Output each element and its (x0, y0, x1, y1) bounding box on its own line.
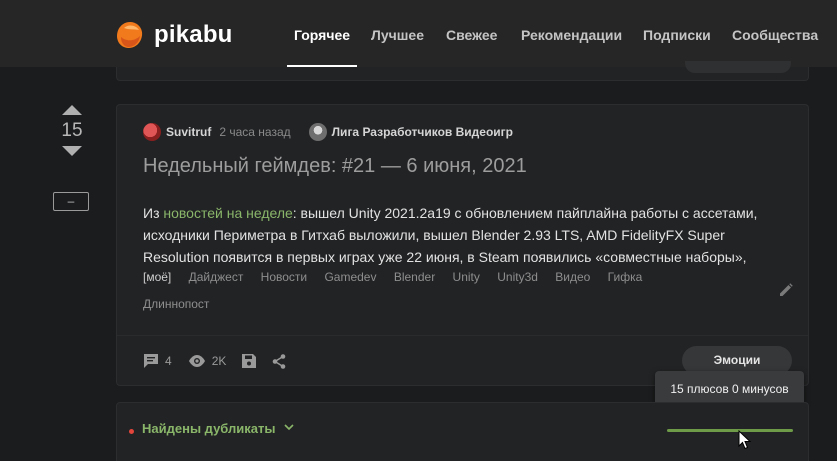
nav-communities[interactable]: Сообщества (732, 27, 818, 43)
story-actions: 4 2K (143, 353, 302, 369)
vote-block: 15 (50, 105, 94, 156)
tag[interactable]: Blender (394, 268, 435, 295)
eye-icon (188, 355, 205, 367)
story-text: Из новостей на неделе: вышел Unity 2021.… (143, 202, 793, 268)
tag[interactable]: Видео (555, 268, 590, 295)
previous-story-card (116, 61, 809, 81)
comments-button[interactable]: 4 (143, 353, 172, 369)
story-card: Suvitruf 2 часа назад Лига Разработчиков… (116, 104, 809, 386)
tag[interactable]: Гифка (608, 268, 643, 295)
rating-ratio-fill (667, 429, 793, 432)
nav-fresh[interactable]: Свежее (446, 27, 497, 43)
tag[interactable]: Unity3d (497, 268, 538, 295)
story-text-prefix: Из (143, 205, 164, 221)
author-avatar[interactable] (143, 123, 161, 141)
community-avatar (308, 123, 327, 141)
nav-recommendations[interactable]: Рекомендации (521, 27, 622, 43)
story-title[interactable]: Недельный геймдев: #21 — 6 июня, 2021 (143, 155, 527, 178)
tag[interactable]: Unity (453, 268, 480, 295)
mouse-cursor-icon (738, 430, 752, 450)
status-dot (129, 429, 134, 434)
save-button[interactable] (242, 354, 257, 368)
duplicates-block: Найдены дубликаты (116, 402, 809, 461)
nav-best[interactable]: Лучшее (371, 27, 424, 43)
pikabu-logo[interactable]: pikabu (115, 20, 233, 50)
tag[interactable]: Дайджест (189, 268, 244, 295)
duplicates-toggle[interactable]: Найдены дубликаты (142, 421, 275, 436)
arrow-down-icon[interactable] (62, 146, 82, 156)
collapse-story-button[interactable]: – (53, 192, 89, 211)
arrow-up-icon[interactable] (62, 105, 82, 115)
story-rating: 15 (61, 120, 83, 141)
pencil-icon[interactable] (779, 283, 793, 297)
pikabu-logo-icon (115, 20, 145, 50)
story-text-link[interactable]: новостей на неделе (163, 205, 292, 221)
story-author[interactable]: Suvitruf (166, 125, 211, 139)
tag[interactable]: Gamedev (324, 268, 376, 295)
comments-count: 4 (165, 354, 172, 368)
card-footer-divider (117, 335, 808, 336)
share-icon (273, 353, 286, 369)
story-community[interactable]: Лига Разработчиков Видеоигр (308, 123, 513, 141)
views-count: 2K (211, 354, 227, 368)
tag[interactable]: Длиннопост (143, 295, 209, 322)
tag[interactable]: Новости (261, 268, 307, 295)
logo-text: pikabu (154, 21, 233, 48)
views-counter: 2K (188, 354, 227, 368)
tag-mine[interactable]: [моё] (143, 268, 171, 295)
story-tags: [моё] Дайджест Новости Gamedev Blender U… (143, 268, 703, 322)
rating-ratio-bar[interactable] (667, 429, 793, 432)
previous-story-emotions-button[interactable] (685, 61, 791, 73)
story-meta: Suvitruf 2 часа назад Лига Разработчиков… (143, 123, 513, 141)
save-icon (242, 354, 257, 368)
chevron-down-icon[interactable] (284, 423, 294, 431)
share-button[interactable] (272, 353, 286, 369)
nav-subscriptions[interactable]: Подписки (643, 27, 711, 43)
top-header: pikabu Горячее Лучшее Свежее Рекомендаци… (0, 0, 837, 67)
community-name: Лига Разработчиков Видеоигр (331, 125, 513, 139)
comments-icon (144, 354, 158, 368)
nav-hot[interactable]: Горячее (294, 27, 350, 43)
story-time: 2 часа назад (219, 125, 291, 139)
